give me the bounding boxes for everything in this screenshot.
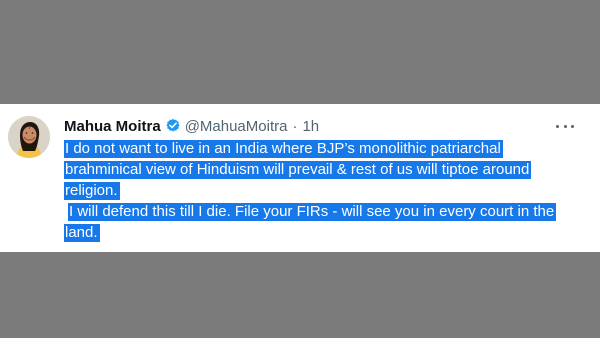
selected-text: I do not want to live in an India where … [64, 140, 503, 158]
tweet-text-line: I will defend this till I die. File your… [64, 201, 584, 222]
avatar-image [8, 116, 50, 158]
tweet-card[interactable]: Mahua Moitra @MahuaMoitra · 1h I do not … [0, 104, 600, 252]
more-options-icon[interactable] [556, 122, 574, 130]
tweet-text-line: I do not want to live in an India where … [64, 138, 584, 159]
verified-badge-icon [165, 118, 181, 134]
more-dot-icon [556, 124, 559, 128]
selected-text: religion. [64, 182, 120, 200]
tweet-text[interactable]: I do not want to live in an India where … [64, 138, 584, 243]
selected-text: land. [64, 224, 100, 242]
tweet-header: Mahua Moitra @MahuaMoitra · 1h [64, 116, 319, 136]
page-background: Mahua Moitra @MahuaMoitra · 1h I do not … [0, 0, 600, 338]
tweet-timestamp[interactable]: 1h [302, 118, 319, 135]
time-separator: · [292, 117, 298, 135]
more-dot-icon [571, 124, 574, 128]
author-handle[interactable]: @MahuaMoitra [185, 118, 288, 135]
tweet-text-line: religion. [64, 180, 584, 201]
selected-text: brahminical view of Hinduism will prevai… [64, 161, 532, 179]
author-display-name[interactable]: Mahua Moitra [64, 118, 161, 135]
tweet-text-line: brahminical view of Hinduism will prevai… [64, 159, 584, 180]
profile-avatar[interactable] [8, 116, 50, 158]
more-dot-icon [563, 124, 567, 128]
tweet-text-line: land. [64, 222, 584, 243]
selected-text: I will defend this till I die. File your… [68, 203, 557, 221]
